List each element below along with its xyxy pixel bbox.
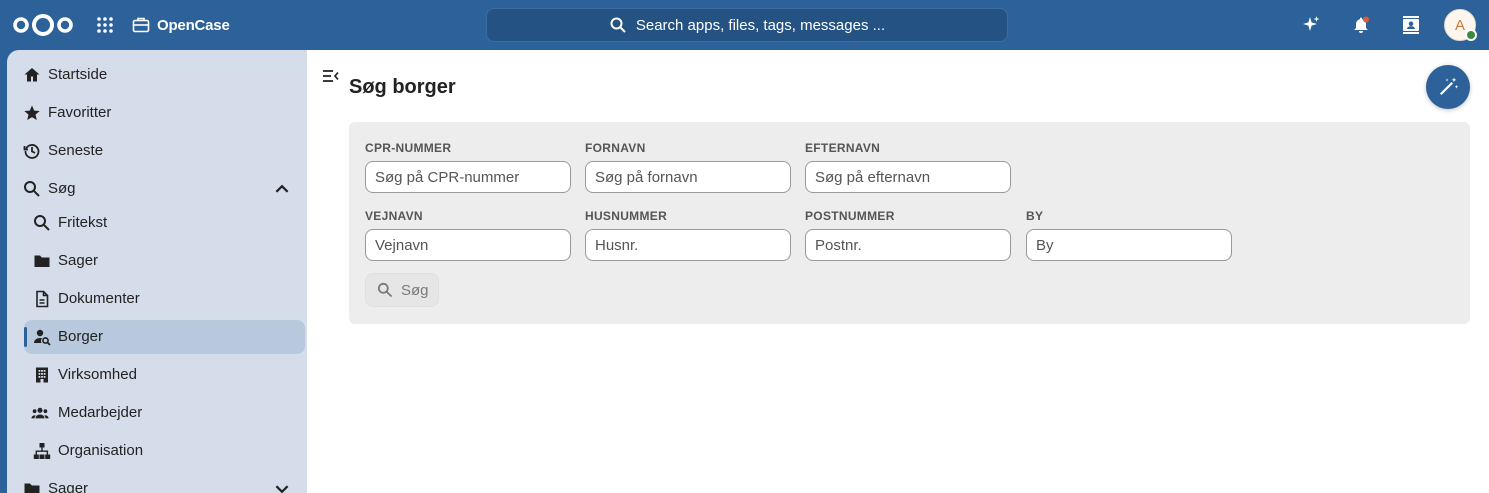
search-icon	[24, 181, 40, 197]
home-icon	[24, 68, 40, 82]
folder-icon	[34, 255, 50, 267]
sidebar-item-label: Søg	[48, 180, 76, 197]
sidebar-item-label: Organisation	[58, 442, 144, 459]
search-icon	[377, 282, 393, 298]
notifications-bell-icon[interactable]	[1351, 15, 1371, 35]
sidebar-item-virksomhed[interactable]: Virksomhed	[7, 358, 307, 392]
sidebar-item-label: Fritekst	[58, 214, 108, 231]
sidebar-item-label: Startside	[48, 66, 108, 83]
app-menu-grid-icon[interactable]	[96, 16, 114, 34]
sidebar-item-fritekst[interactable]: Fritekst	[7, 206, 307, 240]
sidebar-item-sager[interactable]: Sager	[7, 244, 307, 278]
chevron-down-icon[interactable]	[273, 480, 291, 493]
by-input[interactable]	[1026, 229, 1232, 261]
sidebar-item-seneste[interactable]: Seneste	[7, 134, 307, 168]
cpr-input[interactable]	[365, 161, 571, 193]
sidebar-item-sog[interactable]: Søg	[7, 172, 307, 206]
contacts-icon[interactable]	[1401, 15, 1421, 35]
chevron-up-icon[interactable]	[273, 180, 291, 198]
husnummer-label: HUSNUMMER	[585, 209, 668, 223]
document-icon	[36, 290, 49, 308]
avatar-initial: A	[1454, 16, 1465, 34]
person-search-icon	[34, 329, 51, 346]
group-icon	[31, 407, 49, 419]
sitemap-icon	[33, 443, 51, 459]
fornavn-label: FORNAVN	[585, 141, 646, 155]
postnummer-input[interactable]	[805, 229, 1011, 261]
husnummer-input[interactable]	[585, 229, 791, 261]
search-button-label: Søg	[401, 281, 429, 299]
sidebar-item-label: Seneste	[48, 142, 104, 159]
vejnavn-label: VEJNAVN	[365, 209, 423, 223]
by-label: BY	[1026, 209, 1044, 223]
efternavn-input[interactable]	[805, 161, 1011, 193]
main-content: Søg borger CPR-NUMMER FORNAVN EFTERNAVN …	[307, 50, 1489, 493]
active-indicator	[24, 327, 27, 347]
page-title: Søg borger	[349, 76, 456, 98]
search-form-panel: CPR-NUMMER FORNAVN EFTERNAVN VEJNAVN HUS…	[349, 122, 1470, 324]
search-placeholder: Search apps, files, tags, messages ...	[635, 16, 886, 34]
app-brand-link[interactable]: OpenCase	[132, 14, 230, 36]
sidebar-item-label: Borger	[58, 328, 104, 345]
sidebar-item-favoritter[interactable]: Favoritter	[7, 96, 307, 130]
sidebar-item-label: Sager	[58, 252, 99, 269]
app-navigation-sidebar: Startside Favoritter Seneste Søg Friteks…	[7, 50, 307, 493]
unified-search-bar[interactable]: Search apps, files, tags, messages ...	[486, 8, 1008, 42]
sidebar-item-dokumenter[interactable]: Dokumenter	[7, 282, 307, 316]
assistant-button[interactable]	[1426, 65, 1470, 109]
folder-icon	[24, 483, 40, 493]
efternavn-label: EFTERNAVN	[805, 141, 881, 155]
nextcloud-logo-icon[interactable]	[12, 13, 74, 37]
sidebar-item-label: Medarbejder	[58, 404, 143, 421]
star-icon	[24, 105, 40, 120]
sidebar-item-startside[interactable]: Startside	[7, 58, 307, 92]
assistant-sparkle-icon[interactable]	[1301, 15, 1321, 35]
fornavn-input[interactable]	[585, 161, 791, 193]
search-icon	[34, 215, 50, 231]
sidebar-item-label: Sager	[48, 480, 89, 493]
app-name: OpenCase	[157, 16, 230, 34]
postnummer-label: POSTNUMMER	[805, 209, 895, 223]
sidebar-item-sager-section[interactable]: Sager	[7, 472, 307, 493]
sidebar-item-label: Favoritter	[48, 104, 112, 121]
magic-wand-icon	[1440, 77, 1459, 95]
top-header: OpenCase Search apps, files, tags, messa…	[0, 0, 1489, 50]
cpr-label: CPR-NUMMER	[365, 141, 452, 155]
sidebar-item-organisation[interactable]: Organisation	[7, 434, 307, 468]
building-icon	[36, 367, 48, 383]
sidebar-item-label: Dokumenter	[58, 290, 140, 307]
sidebar-item-label: Virksomhed	[58, 366, 137, 383]
online-status-icon	[1465, 29, 1477, 41]
briefcase-icon	[132, 17, 150, 33]
vejnavn-input[interactable]	[365, 229, 571, 261]
sidebar-item-borger[interactable]: Borger	[24, 320, 305, 354]
search-icon	[610, 17, 626, 33]
search-submit-button[interactable]: Søg	[365, 273, 439, 307]
history-icon	[23, 144, 40, 159]
sidebar-item-medarbejder[interactable]: Medarbejder	[7, 396, 307, 430]
toggle-navigation-icon[interactable]	[322, 68, 340, 84]
